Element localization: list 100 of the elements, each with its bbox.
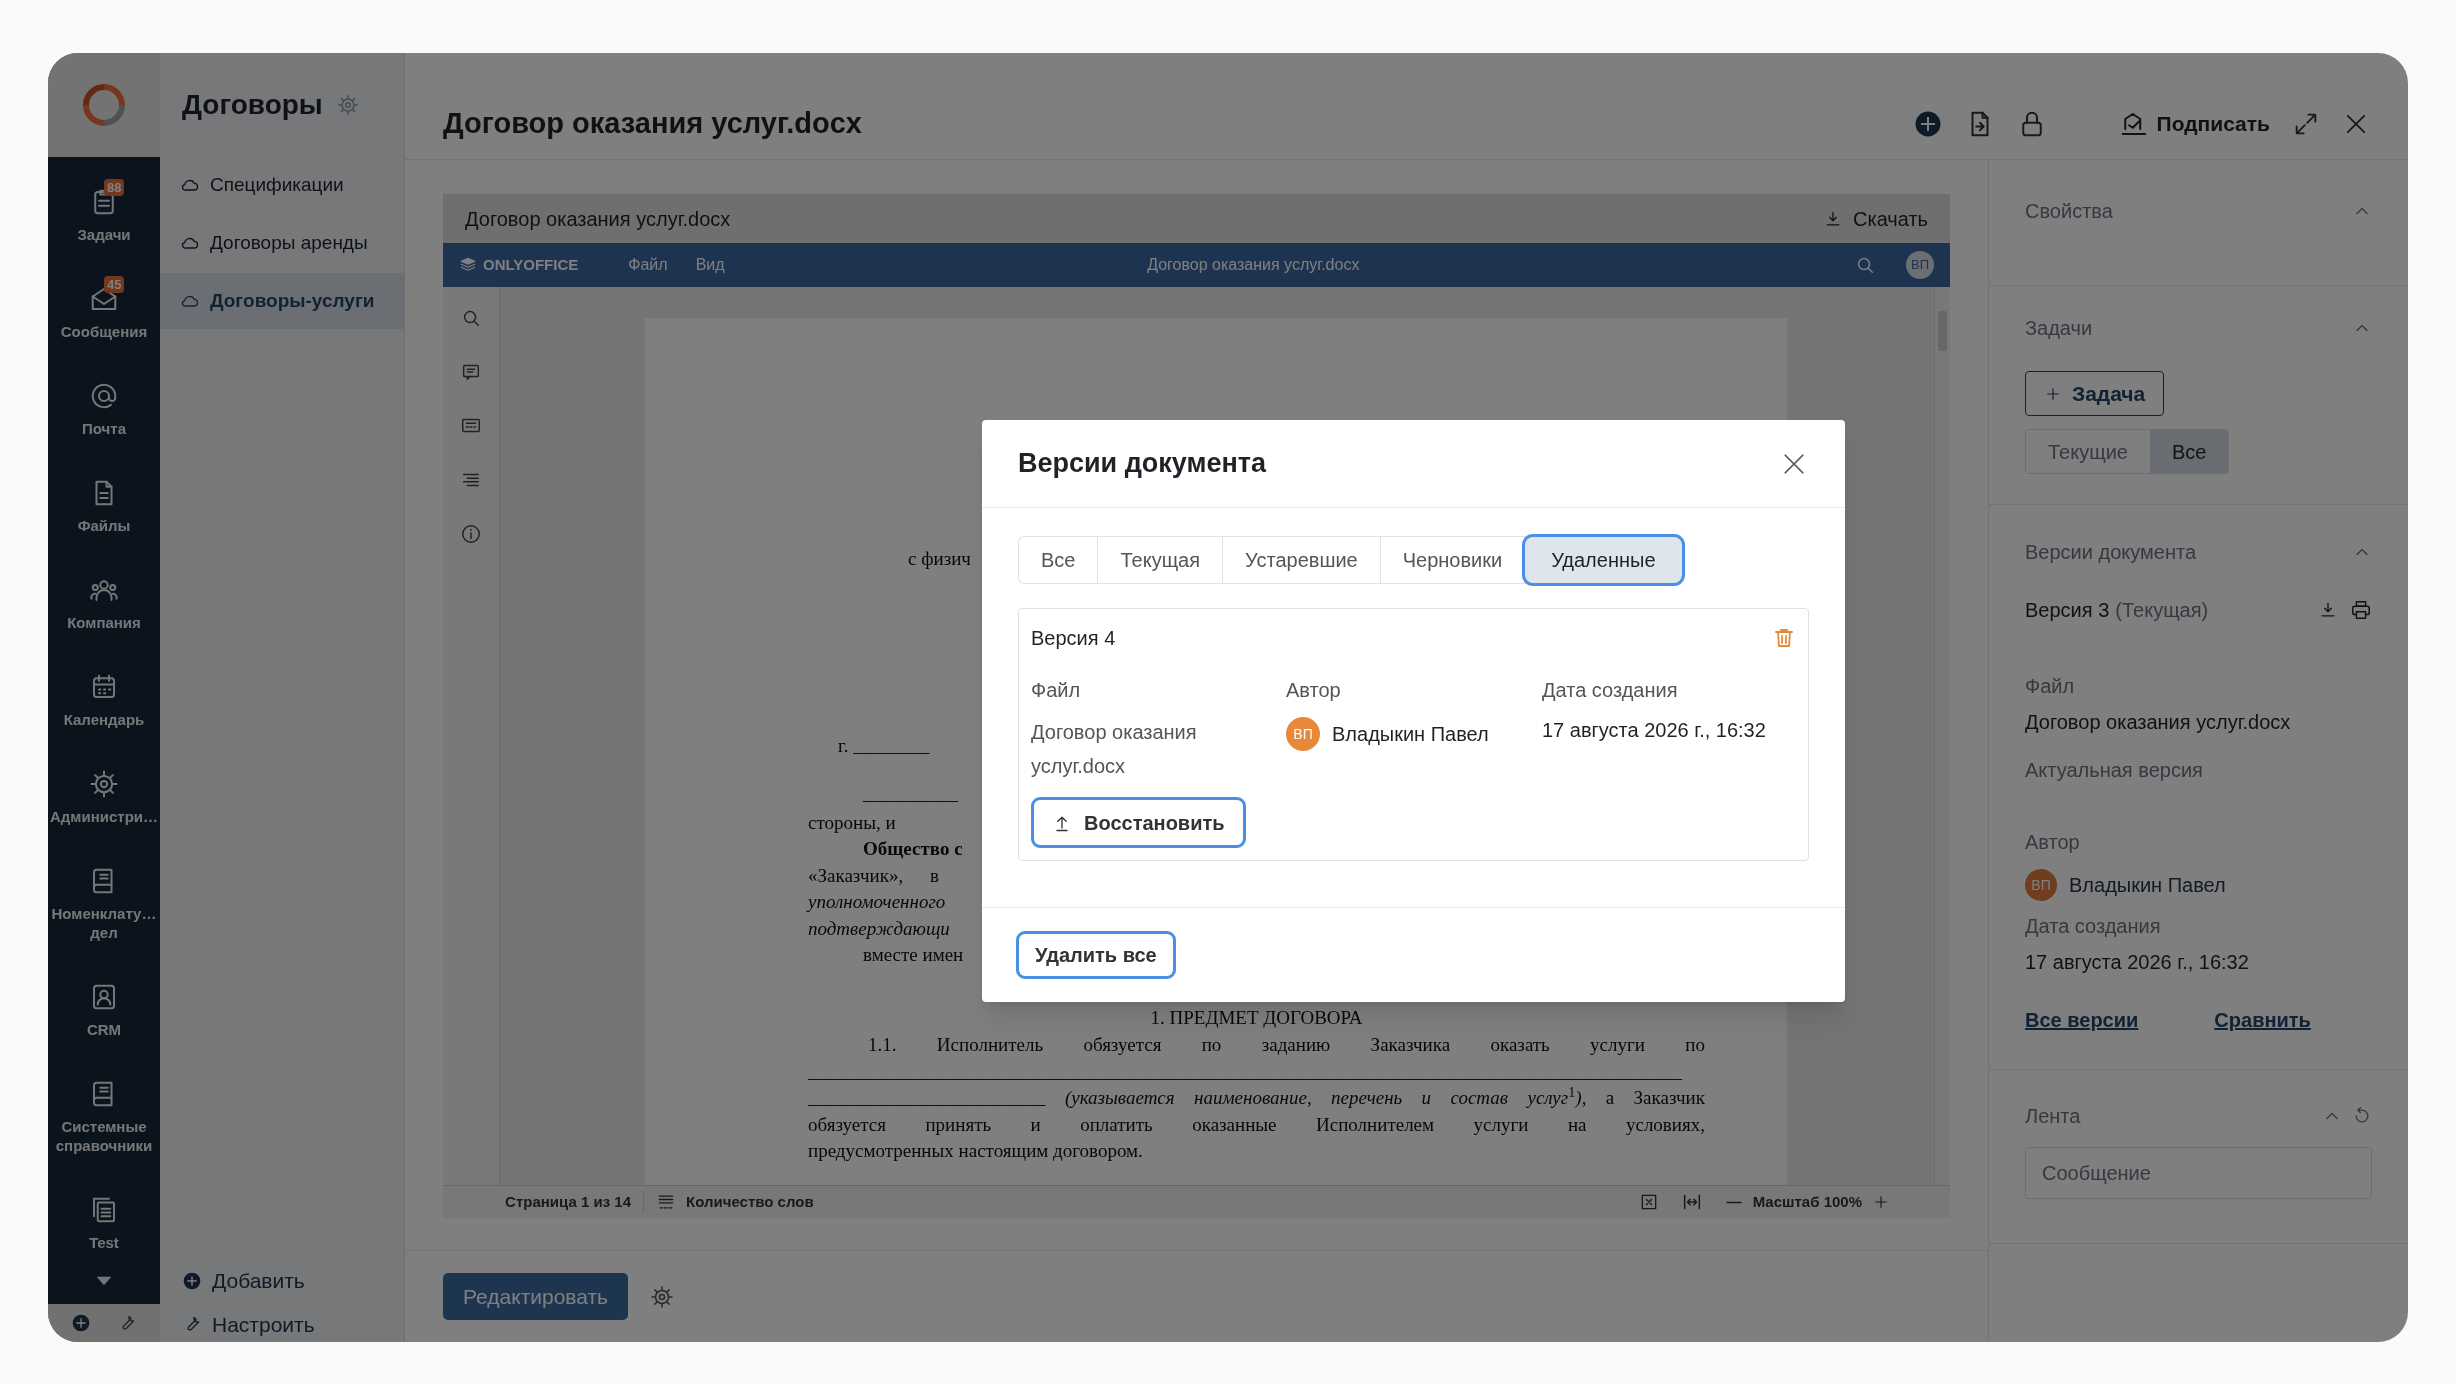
rail-item[interactable]: Системные справочники — [48, 1059, 160, 1175]
scrollbar[interactable] — [1934, 287, 1950, 1185]
rail-label: Номенклату… дел — [50, 904, 158, 942]
rail-label: Почта — [81, 419, 127, 438]
link[interactable]: Сравнить — [2214, 1005, 2311, 1035]
user-avatar: ВП — [2025, 869, 2057, 901]
rail-item[interactable]: Номенклату… дел — [48, 846, 160, 962]
section-heading: 1. ПРЕДМЕТ ДОГОВОРА — [1150, 1005, 1363, 1030]
layers-icon — [459, 256, 477, 274]
rail-label: Календарь — [62, 710, 146, 729]
word-count-button[interactable]: Количество слов — [643, 1190, 1639, 1214]
configure-link[interactable]: Настроить — [182, 1308, 382, 1340]
message-field[interactable]: Сообщение — [2025, 1147, 2372, 1199]
field-value: Договор оказания услуг.docx — [1031, 720, 1198, 779]
rail-label: Системные справочники — [54, 1117, 154, 1155]
caret-icon — [96, 1276, 112, 1286]
section-title: Свойства — [2025, 199, 2113, 224]
text-line: ____________________________________________________________________________________________ — [808, 1059, 1683, 1084]
editor-title: Договор оказания услуг.docx — [1146, 255, 1361, 275]
rail-label: Задачи — [76, 225, 132, 244]
rail-label: Компания — [66, 613, 142, 632]
sidebar-item[interactable]: Договоры аренды — [160, 215, 404, 271]
download-button[interactable]: Скачать — [1823, 203, 1928, 234]
at-sign-icon — [89, 381, 119, 411]
settings-icon — [336, 94, 359, 116]
text-line: подтверждающи — [808, 916, 950, 941]
field-label: Файл — [2025, 674, 2076, 699]
menu-item[interactable]: Файл — [628, 253, 668, 277]
sign-button[interactable]: Подписать — [2118, 108, 2270, 140]
author-name: Владыкин Павел — [2069, 873, 2226, 898]
tab[interactable]: Удаленные — [1525, 537, 1682, 583]
field-label: Дата создания — [2025, 914, 2162, 939]
rail-item[interactable]: CRM — [48, 962, 160, 1059]
print-icon — [2350, 599, 2372, 621]
section-title: Версии документа — [2025, 540, 2196, 565]
text-line: Общество с — [863, 837, 963, 861]
add-icon — [182, 1270, 202, 1291]
zoom-level: Масштаб 100% — [1752, 1191, 1862, 1212]
author-name: Владыкин Павел — [1332, 722, 1489, 747]
rail-item[interactable]: Компания — [48, 555, 160, 652]
text-line: _________________________ (указывается наименование, перечень и состав услуг$^{1}$), а Заказчик — [808, 1085, 1705, 1110]
text-line: __________ — [863, 782, 958, 806]
add-task-button[interactable]: Задача — [2025, 371, 2165, 416]
count-badge: 88 — [104, 179, 125, 196]
restore-button[interactable]: Восстановить — [1031, 797, 1246, 848]
sidebar-item[interactable]: Договоры-услуги — [160, 273, 404, 329]
sidebar-item[interactable]: Спецификации — [160, 157, 404, 213]
rail-label: Администри… — [50, 807, 158, 826]
user-avatar[interactable]: ВП — [1906, 251, 1934, 279]
text-line: «Заказчик», в — [808, 863, 939, 888]
section-title: Задачи — [2025, 316, 2093, 341]
rail-item[interactable]: Файлы — [48, 458, 160, 555]
filter-tab[interactable]: Все — [2149, 430, 2229, 473]
settings-icon — [650, 1284, 675, 1309]
link[interactable]: Все версии — [2025, 1005, 2139, 1035]
document-title: Договор оказания услуг.docx — [443, 106, 863, 142]
gear-icon — [89, 769, 119, 799]
user-avatar: ВП — [1286, 717, 1320, 751]
text-line: вместе имен — [863, 943, 964, 967]
edit-button[interactable]: Редактировать — [443, 1273, 629, 1320]
field-value: 17 августа 2026 г., 16:32 — [2025, 950, 2250, 975]
page-counter: Страница 1 из 14 — [504, 1191, 632, 1212]
sidebar-title: Договоры — [182, 88, 323, 122]
rail-item[interactable]: Test — [48, 1175, 160, 1272]
rail-item[interactable]: 45 Сообщения — [48, 264, 160, 361]
version-name: Версия 3 — [2025, 598, 2110, 623]
field-value: 17 августа 2026 г., 16:32 — [1542, 718, 1767, 743]
field-value: Договор оказания услуг.docx — [2025, 710, 2292, 735]
field-label: Автор — [1286, 678, 1342, 703]
editor-brand: ONLYOFFICE — [459, 253, 579, 277]
tab[interactable]: Текущая — [1098, 537, 1224, 583]
text-line: обязуется принять и оплатить оказанные Исполнителем услуги на условиях, — [808, 1112, 1705, 1137]
rail-item[interactable]: Администри… — [48, 749, 160, 846]
text-line: предусмотренных настоящим договором. — [808, 1139, 1143, 1163]
version-status: (Текущая) — [2115, 598, 2210, 623]
field-label: Дата создания — [1542, 678, 1679, 703]
rail-label: Test — [88, 1233, 120, 1252]
section-title: Лента — [2025, 1104, 2081, 1129]
rail-label: Сообщения — [59, 322, 149, 341]
tab[interactable]: Все — [1019, 537, 1099, 583]
rail-label: Файлы — [76, 516, 132, 535]
delete-all-button[interactable]: Удалить все — [1016, 931, 1176, 979]
trash-icon — [1772, 626, 1796, 650]
zoom-in-icon — [1872, 1193, 1890, 1211]
rail-item[interactable]: 88 Задачи — [48, 167, 160, 264]
rail-item[interactable]: Почта — [48, 361, 160, 458]
text-line: г. ________ — [838, 733, 930, 758]
viewer-file-name: Договор оказания услуг.docx — [465, 206, 731, 232]
text-line: 1.1. Исполнитель обязуется по заданию Заказчика оказать услуги по — [868, 1033, 1705, 1057]
field-label: Файл — [1031, 678, 1082, 703]
info-icon — [460, 523, 482, 545]
rail-item[interactable]: Календарь — [48, 652, 160, 749]
logo[interactable] — [80, 81, 128, 129]
version-note: Актуальная версия — [2025, 758, 2204, 783]
version-name: Версия 4 — [1031, 626, 1116, 651]
text-line: уполномоченного — [808, 890, 946, 914]
menu-item[interactable]: Вид — [695, 253, 725, 277]
tab[interactable]: Устаревшие — [1223, 537, 1381, 583]
field-label: Автор — [2025, 830, 2081, 855]
add-link[interactable]: Добавить — [182, 1265, 382, 1297]
